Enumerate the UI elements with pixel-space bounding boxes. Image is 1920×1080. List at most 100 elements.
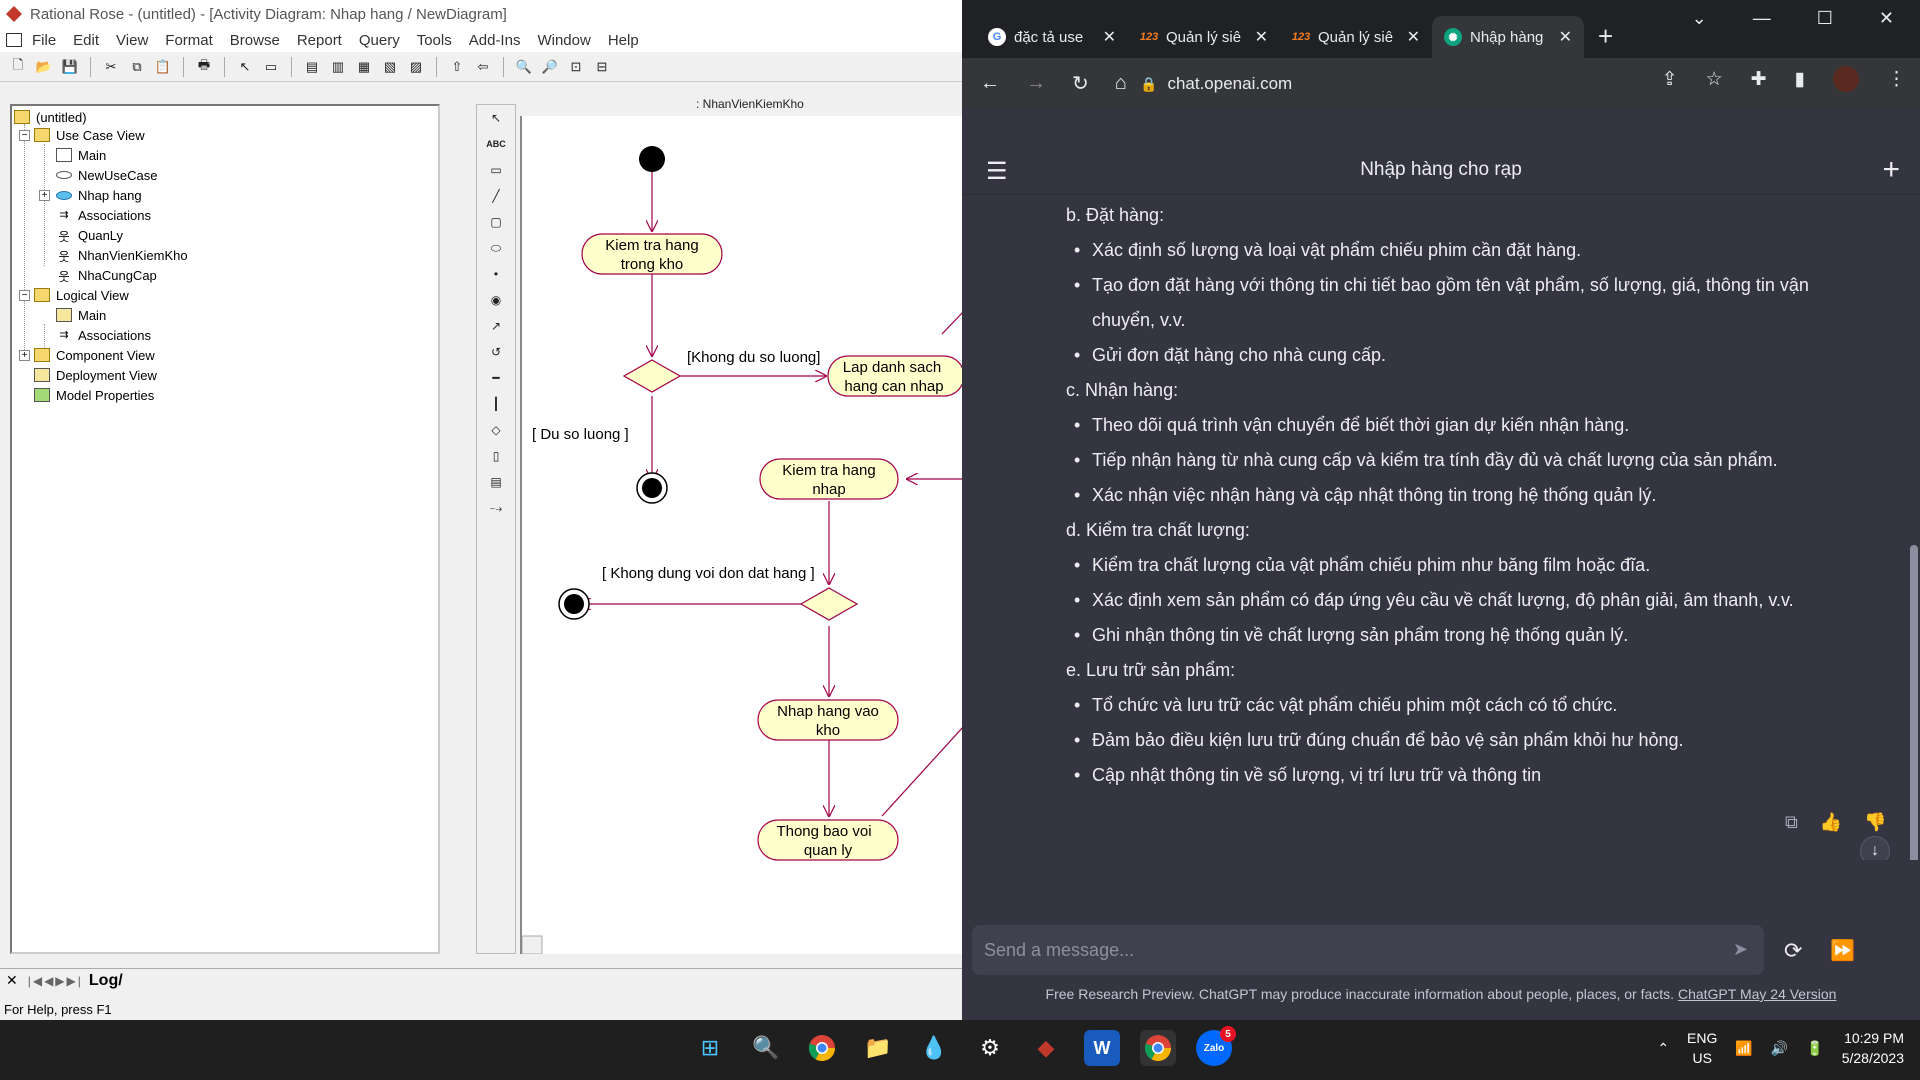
wifi-icon[interactable]: 📶 [1735, 1040, 1752, 1057]
menu-file[interactable]: File [32, 32, 56, 49]
tree-uc-associations[interactable]: ⇉ Associations [56, 206, 151, 224]
battery-icon[interactable]: 🔋 [1806, 1040, 1823, 1057]
start-state-tool-icon[interactable]: • [477, 261, 515, 287]
windows-start-icon[interactable]: ⊞ [692, 1030, 728, 1066]
tree-logical-view[interactable]: Logical View [34, 286, 129, 304]
menu-browse[interactable]: Browse [230, 32, 280, 49]
end-state-tool-icon[interactable]: ◉ [477, 287, 515, 313]
steam-icon[interactable]: ⚙ [972, 1030, 1008, 1066]
send-icon[interactable]: ➤ [1733, 939, 1748, 960]
zalo-icon[interactable]: Zalo 5 [1196, 1026, 1236, 1066]
tab-dac-ta-use[interactable]: G đặc tả use ✕ [976, 16, 1128, 58]
version-link[interactable]: ChatGPT May 24 Version [1678, 986, 1836, 1002]
tree-model-properties[interactable]: Model Properties [34, 386, 154, 404]
menu-view[interactable]: View [116, 32, 148, 49]
parent-diagram-icon[interactable]: ⇧ [447, 57, 467, 77]
tree-lv-main[interactable]: Main [56, 306, 106, 324]
show-hidden-icons-icon[interactable]: ⌃ [1657, 1040, 1669, 1057]
rational-rose-icon[interactable]: ◆ [1028, 1030, 1064, 1066]
expand-icon[interactable]: + [39, 190, 50, 201]
activity-diagram-canvas[interactable]: Kiem tra hang trong kho [Khong du so luo… [520, 116, 962, 954]
thumbs-down-icon[interactable]: 👎 [1864, 812, 1886, 833]
more-menu-icon[interactable]: ⋮ [1887, 68, 1906, 91]
profile-avatar[interactable] [1833, 66, 1859, 92]
view-doc-icon[interactable]: ▭ [261, 57, 281, 77]
anchor-note-tool-icon[interactable]: ╱ [477, 183, 515, 209]
browse-interaction-icon[interactable]: ▥ [328, 57, 348, 77]
previous-diagram-icon[interactable]: ⇦ [473, 57, 493, 77]
object-flow-tool-icon[interactable]: ⤍ [477, 495, 515, 521]
tree-deployment-view[interactable]: Deployment View [34, 366, 157, 384]
decision-tool-icon[interactable]: ◇ [477, 417, 515, 443]
regenerate-icon[interactable]: ⟳ [1784, 938, 1802, 964]
collapse-icon[interactable]: − [19, 130, 30, 141]
message-input[interactable]: Send a message... ➤ [972, 925, 1764, 975]
open-icon[interactable]: 📂 [34, 57, 54, 77]
menu-tools[interactable]: Tools [417, 32, 452, 49]
extensions-icon[interactable]: ✚ [1751, 68, 1767, 91]
close-log-icon[interactable]: ✕ [6, 972, 18, 989]
note-tool-icon[interactable]: ▭ [477, 157, 515, 183]
tree-lv-associations[interactable]: ⇉ Associations [56, 326, 151, 344]
droplet-app-icon[interactable]: 💧 [916, 1030, 952, 1066]
tab-search-icon[interactable]: ⌄ [1692, 8, 1707, 29]
close-window-icon[interactable]: ✕ [1879, 8, 1894, 29]
tab-quan-ly-1[interactable]: 123 Quản lý siê ✕ [1128, 16, 1280, 58]
undo-fit-icon[interactable]: ⊟ [592, 57, 612, 77]
language-indicator[interactable]: ENG US [1687, 1028, 1717, 1068]
decision-2[interactable] [799, 587, 859, 621]
menu-add-ins[interactable]: Add-Ins [469, 32, 521, 49]
fit-window-icon[interactable]: ⊡ [566, 57, 586, 77]
self-transition-tool-icon[interactable]: ↺ [477, 339, 515, 365]
back-icon[interactable]: ← [980, 72, 1000, 95]
browse-state-icon[interactable]: ▨ [406, 57, 426, 77]
new-chat-icon[interactable]: + [1882, 153, 1900, 187]
tree-uc-main[interactable]: Main [56, 146, 106, 164]
tree-uc-nhaphang[interactable]: Nhap hang [56, 186, 142, 204]
tree-uc-newusecase[interactable]: NewUseCase [56, 166, 157, 184]
word-icon[interactable]: W [1084, 1030, 1120, 1066]
save-icon[interactable]: 💾 [60, 57, 80, 77]
transition-tool-icon[interactable]: ↗ [477, 313, 515, 339]
home-icon[interactable]: ⌂ [1115, 72, 1127, 95]
initial-state[interactable] [639, 146, 665, 172]
tree-root[interactable]: (untitled) [14, 108, 87, 126]
collapse-icon[interactable]: − [19, 290, 30, 301]
selection-tool-icon[interactable]: ↖ [477, 105, 515, 131]
continue-icon[interactable]: ⏩ [1830, 938, 1855, 963]
chrome-icon[interactable] [804, 1030, 840, 1066]
tree-use-case-view[interactable]: Use Case View [34, 126, 145, 144]
chrome-active-icon[interactable] [1140, 1030, 1176, 1066]
minimize-icon[interactable]: — [1753, 8, 1771, 29]
browse-class-icon[interactable]: ▤ [302, 57, 322, 77]
new-tab-icon[interactable]: + [1598, 21, 1613, 52]
close-tab-icon[interactable]: ✕ [1255, 27, 1268, 47]
scroll-left-button[interactable] [522, 935, 543, 954]
lock-icon[interactable]: 🔒 [1140, 76, 1157, 93]
bookmark-star-icon[interactable]: ☆ [1706, 68, 1723, 91]
search-icon[interactable]: 🔍 [748, 1030, 784, 1066]
text-box-tool-icon[interactable]: ABC [477, 131, 515, 157]
tree-uc-nhacungcap[interactable]: 웃 NhaCungCap [56, 266, 156, 285]
log-tab[interactable]: Log/ [89, 972, 123, 990]
menu-help[interactable]: Help [608, 32, 639, 49]
pane-splitter[interactable] [446, 104, 476, 954]
menu-window[interactable]: Window [537, 32, 590, 49]
tab-quan-ly-2[interactable]: 123 Quản lý siê ✕ [1280, 16, 1432, 58]
close-tab-icon[interactable]: ✕ [1103, 27, 1116, 47]
forward-icon[interactable]: → [1026, 72, 1046, 95]
maximize-icon[interactable]: ☐ [1817, 8, 1833, 29]
new-icon[interactable]: 🗋 [8, 57, 28, 77]
decision-1[interactable] [622, 359, 682, 393]
browse-deployment-icon[interactable]: ▧ [380, 57, 400, 77]
clock[interactable]: 10:29 PM 5/28/2023 [1842, 1028, 1904, 1068]
menu-report[interactable]: Report [297, 32, 342, 49]
share-icon[interactable]: ⇪ [1662, 68, 1678, 91]
tab-nhap-hang[interactable]: ✺ Nhập hàng ✕ [1432, 16, 1584, 58]
volume-icon[interactable]: 🔊 [1771, 1040, 1788, 1057]
menu-format[interactable]: Format [165, 32, 213, 49]
swimlane-tool-icon[interactable]: ▯ [477, 443, 515, 469]
side-panel-icon[interactable]: ▮ [1795, 68, 1805, 91]
vertical-sync-tool-icon[interactable]: ┃ [477, 391, 515, 417]
reload-icon[interactable]: ↻ [1072, 71, 1089, 96]
